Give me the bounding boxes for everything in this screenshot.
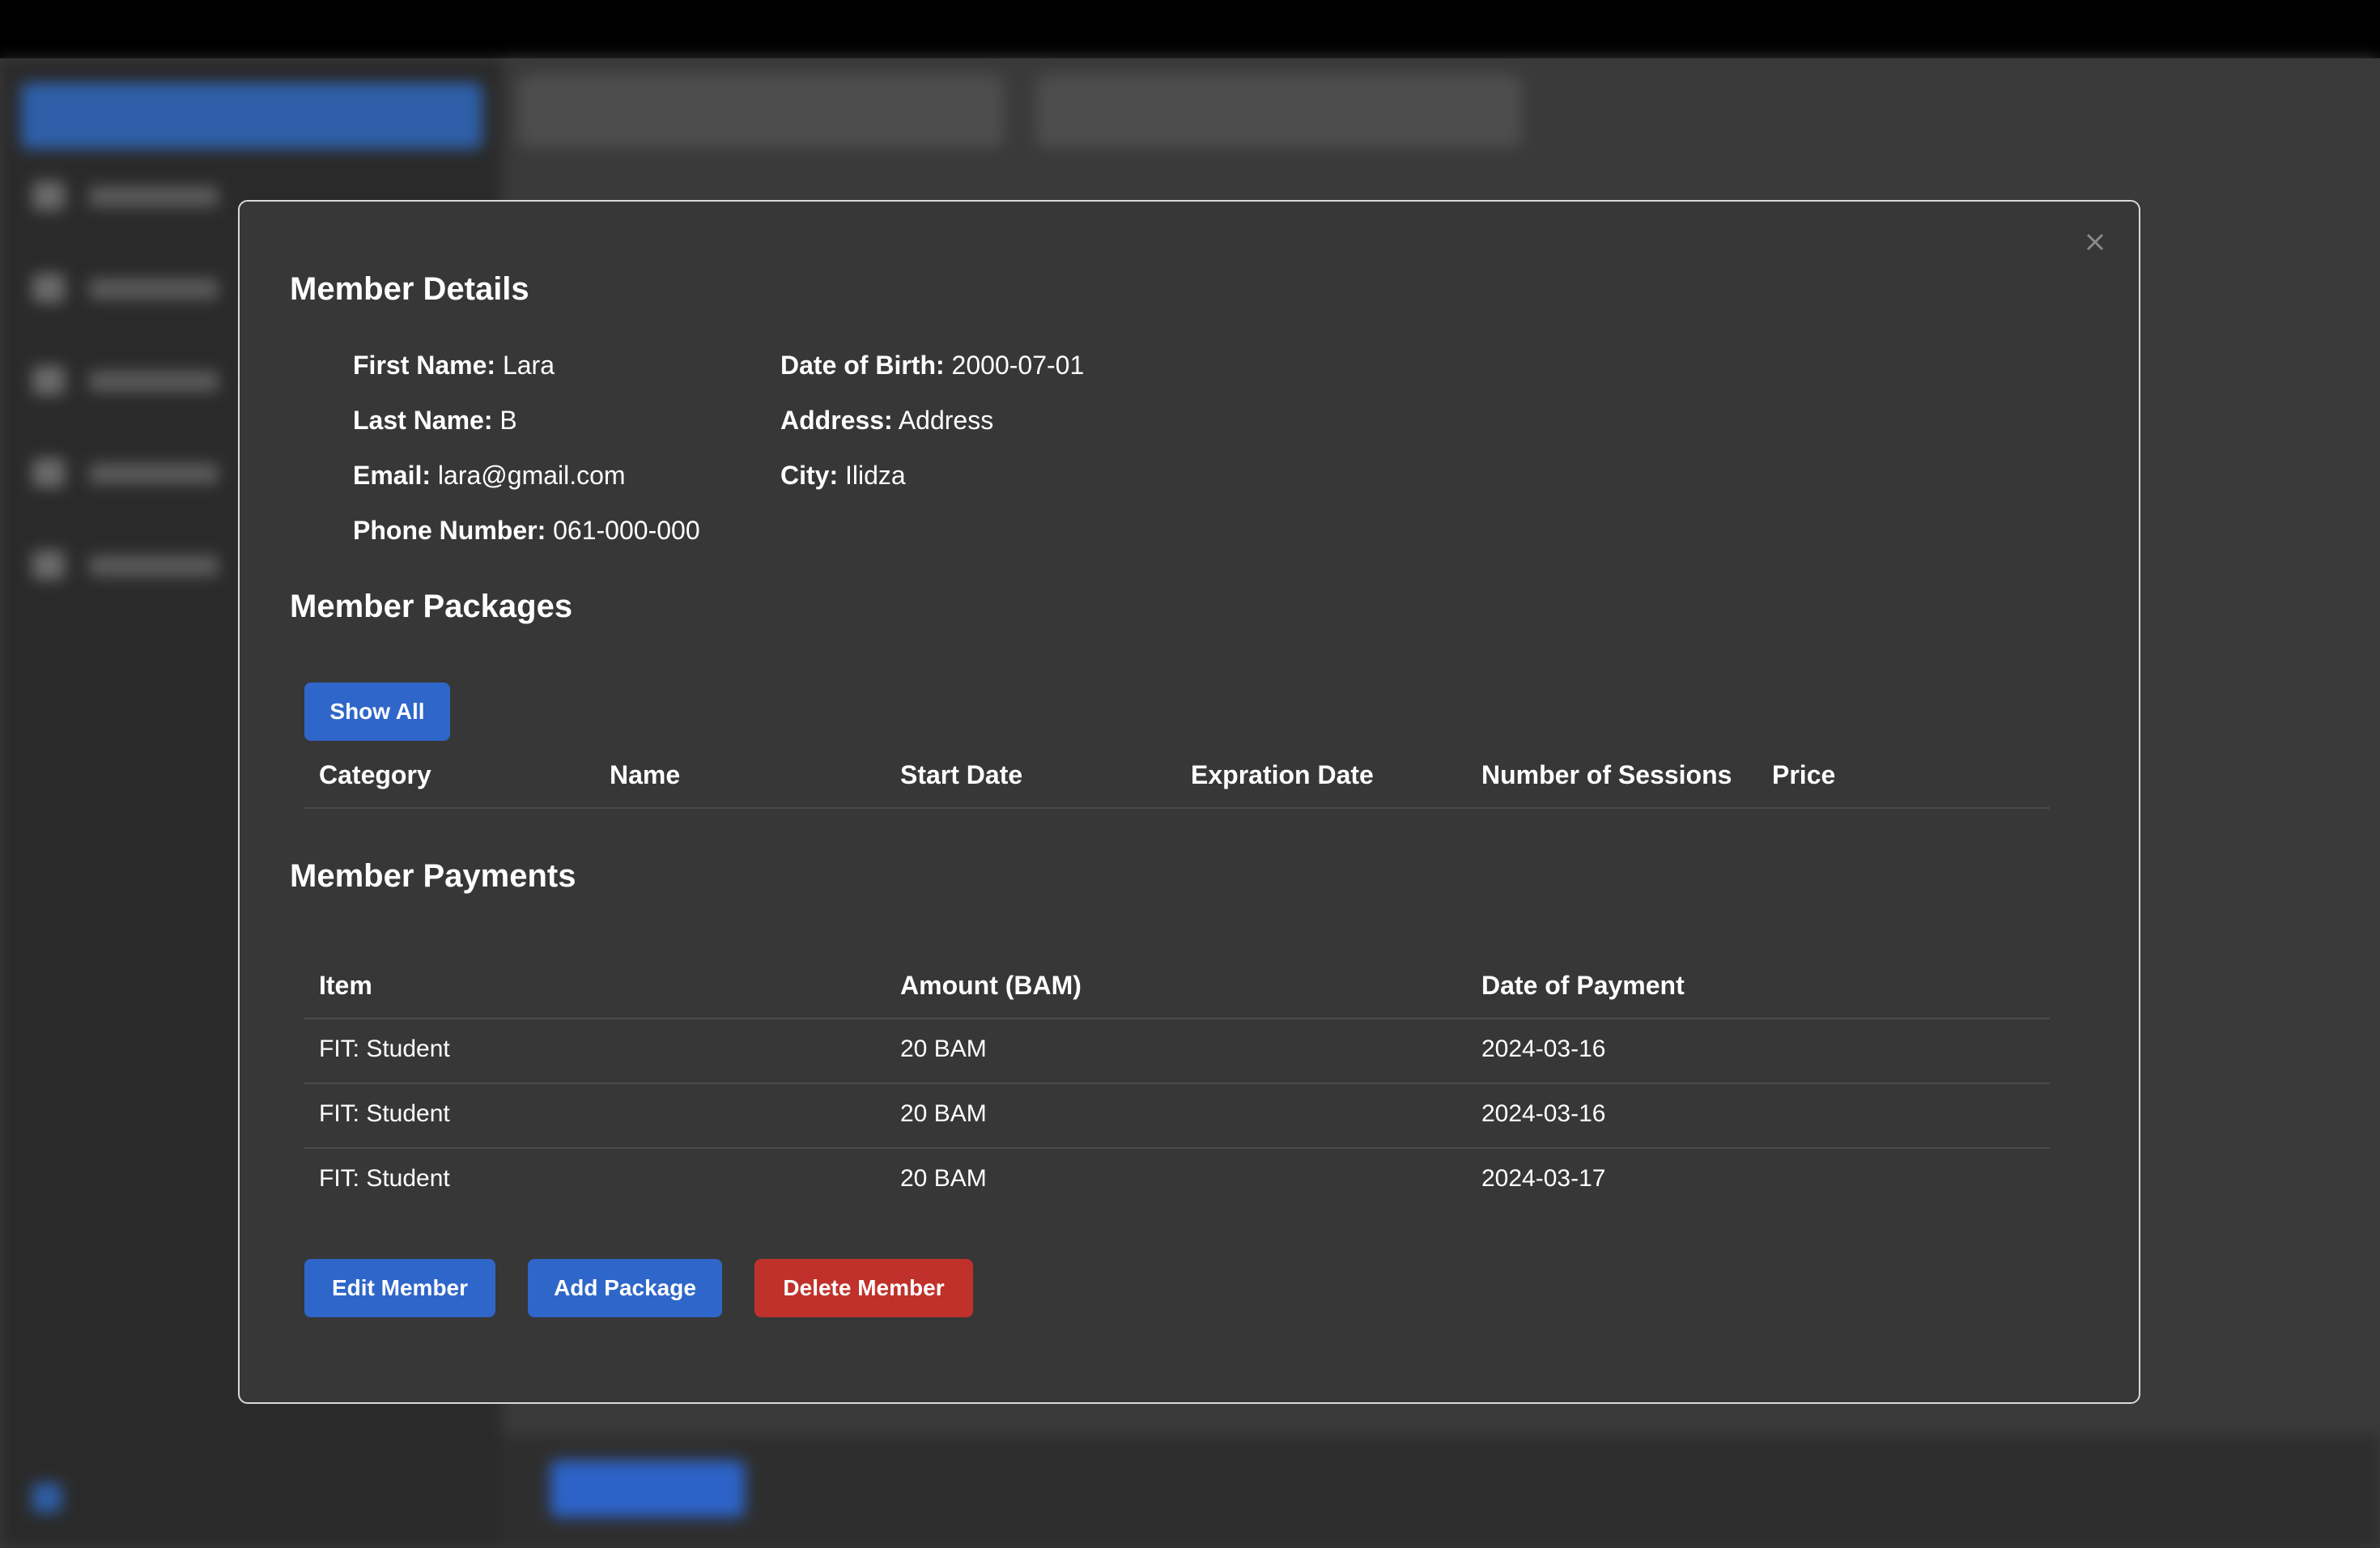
column-header-number-of-sessions: Number of Sessions xyxy=(1481,760,1732,789)
payment-item: FIT: Student xyxy=(319,1165,450,1192)
table-row: FIT: Student 20 BAM 2024-03-16 xyxy=(304,1082,2050,1149)
menu-icon xyxy=(32,181,65,211)
search-input[interactable] xyxy=(518,74,1004,147)
address-value: Address xyxy=(898,406,994,435)
sidebar-item-active[interactable] xyxy=(21,83,482,149)
last-name-label: Last Name: xyxy=(353,406,493,435)
menu-icon xyxy=(32,458,65,487)
member-details-title: Member Details xyxy=(290,271,529,307)
menu-icon xyxy=(32,366,65,395)
sidebar-item-label xyxy=(89,371,219,392)
close-icon[interactable] xyxy=(2079,226,2111,258)
payment-item: FIT: Student xyxy=(319,1036,450,1062)
column-header-item: Item xyxy=(319,971,372,1000)
last-name-value: B xyxy=(499,406,517,435)
sidebar-item-label xyxy=(89,555,219,576)
column-header-amount: Amount (BAM) xyxy=(900,971,1082,1000)
column-header-category: Category xyxy=(319,760,431,789)
payment-amount: 20 BAM xyxy=(900,1100,987,1127)
payment-amount: 20 BAM xyxy=(900,1036,987,1062)
payment-date: 2024-03-17 xyxy=(1481,1165,1606,1192)
member-packages-title: Member Packages xyxy=(290,589,573,624)
email-label: Email: xyxy=(353,461,431,490)
menu-icon xyxy=(32,551,65,580)
email-field: Email: lara@gmail.com xyxy=(353,461,626,491)
member-payments-title: Member Payments xyxy=(290,858,576,894)
column-header-expiration-date: Expration Date xyxy=(1191,760,1374,789)
filter-input[interactable] xyxy=(1036,74,1522,147)
show-all-button[interactable]: Show All xyxy=(304,683,450,741)
payments-table-header: Item Amount (BAM) Date of Payment xyxy=(304,953,2050,1019)
dob-value: 2000-07-01 xyxy=(951,351,1085,380)
menu-icon xyxy=(32,274,65,303)
payment-amount: 20 BAM xyxy=(900,1165,987,1192)
table-row: FIT: Student 20 BAM 2024-03-16 xyxy=(304,1018,2050,1084)
sidebar-item-label xyxy=(89,186,219,207)
phone-label: Phone Number: xyxy=(353,516,546,545)
payment-date: 2024-03-16 xyxy=(1481,1100,1606,1127)
column-header-start-date: Start Date xyxy=(900,760,1023,789)
payment-date: 2024-03-16 xyxy=(1481,1036,1606,1062)
address-field: Address: Address xyxy=(780,406,993,436)
table-row: FIT: Student 20 BAM 2024-03-17 xyxy=(304,1147,2050,1212)
add-package-button[interactable]: Add Package xyxy=(528,1259,722,1317)
city-field: City: Ilidza xyxy=(780,461,906,491)
first-name-field: First Name: Lara xyxy=(353,351,555,381)
last-name-field: Last Name: B xyxy=(353,406,517,436)
first-name-label: First Name: xyxy=(353,351,496,380)
bottom-bar xyxy=(502,1435,2380,1548)
dob-label: Date of Birth: xyxy=(780,351,945,380)
city-label: City: xyxy=(780,461,839,490)
add-member-button[interactable] xyxy=(550,1461,745,1517)
column-header-date-of-payment: Date of Payment xyxy=(1481,971,1685,1000)
phone-field: Phone Number: 061-000-000 xyxy=(353,516,700,546)
address-label: Address: xyxy=(780,406,893,435)
column-header-price: Price xyxy=(1772,760,1836,789)
first-name-value: Lara xyxy=(502,351,555,380)
settings-icon[interactable] xyxy=(32,1483,62,1512)
phone-value: 061-000-000 xyxy=(553,516,700,545)
member-details-modal: Member Details First Name: Lara Last Nam… xyxy=(238,200,2140,1404)
payment-item: FIT: Student xyxy=(319,1100,450,1127)
dob-field: Date of Birth: 2000-07-01 xyxy=(780,351,1084,381)
sidebar-item-label xyxy=(89,279,219,300)
edit-member-button[interactable]: Edit Member xyxy=(304,1259,495,1317)
delete-member-button[interactable]: Delete Member xyxy=(754,1259,973,1317)
email-value: lara@gmail.com xyxy=(437,461,626,490)
city-value: Ilidza xyxy=(845,461,906,490)
top-bar xyxy=(0,0,2380,58)
sidebar-item-label xyxy=(89,463,219,484)
packages-table-header: Category Name Start Date Expration Date … xyxy=(304,742,2050,809)
column-header-name: Name xyxy=(610,760,681,789)
